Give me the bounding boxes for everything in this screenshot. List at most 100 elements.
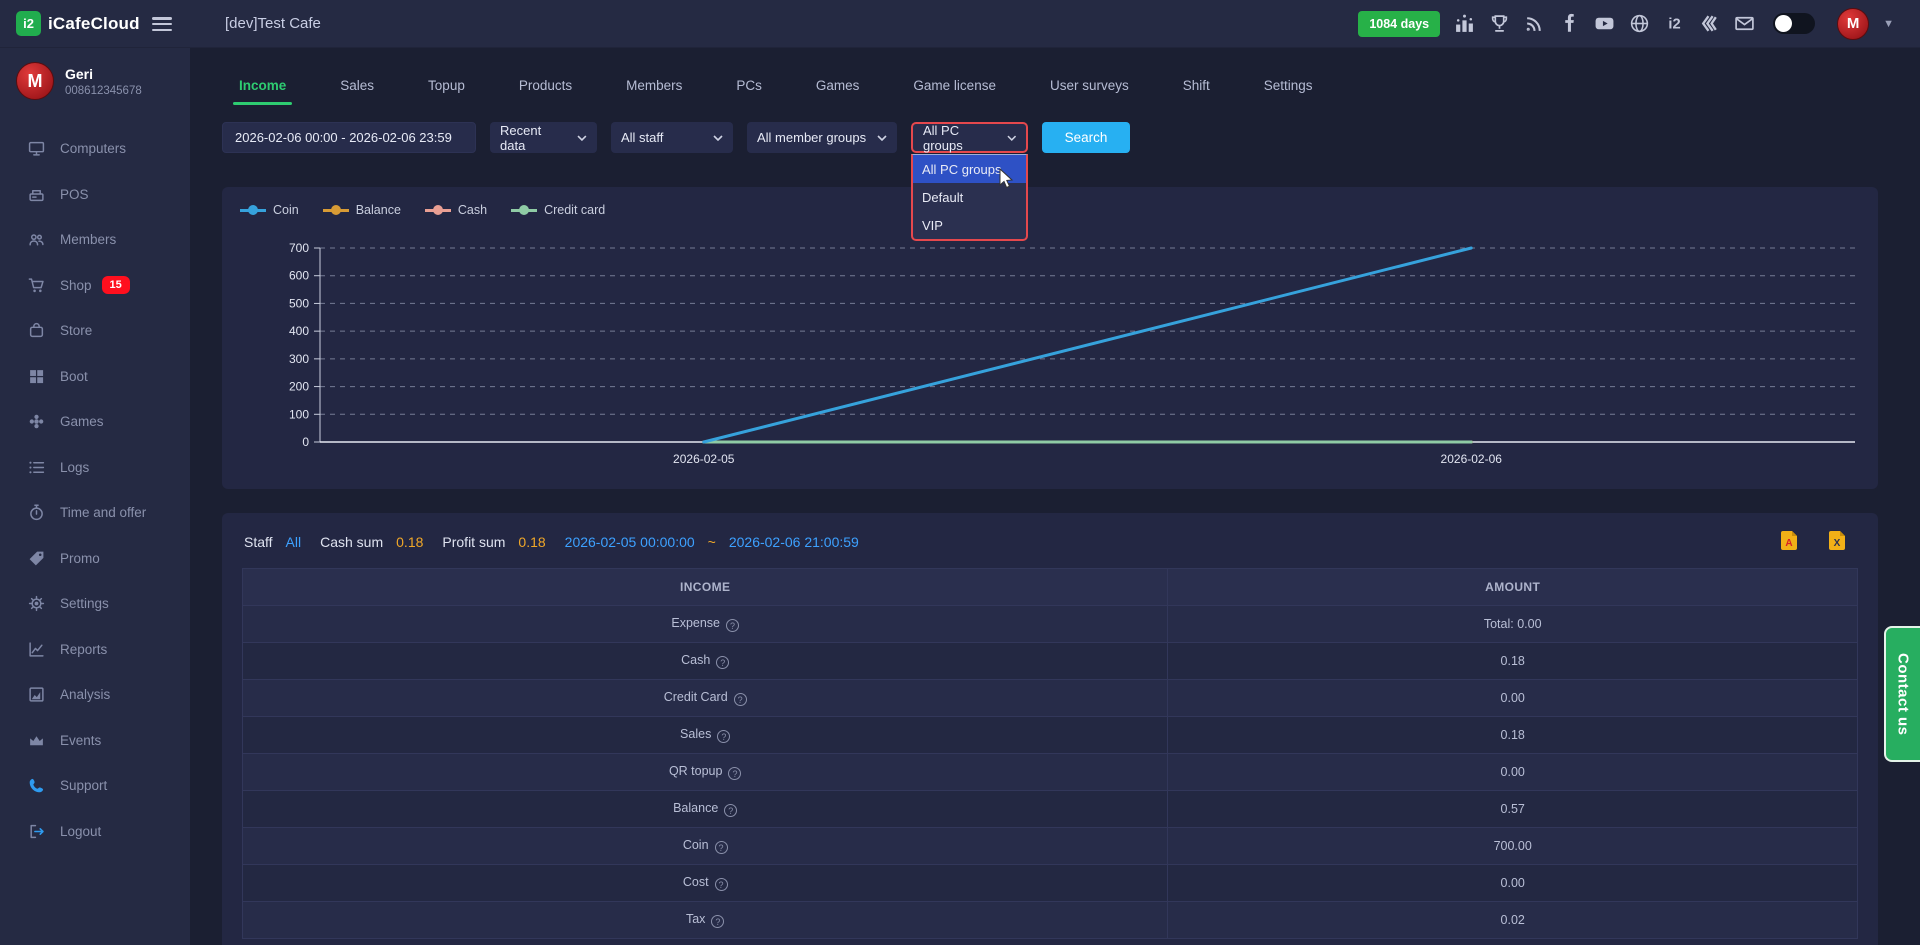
col-header-income: INCOME [243,569,1168,606]
staff-select[interactable]: All staff [611,122,733,153]
income-row-amount: 0.18 [1168,717,1858,754]
svg-text:A: A [1785,538,1792,549]
brand-name: iCafeCloud [48,14,140,34]
dropdown-option-default[interactable]: Default [913,183,1026,211]
profit-sum-label: Profit sum [442,534,505,550]
svg-text:200: 200 [289,380,309,394]
ranking-icon[interactable] [1454,13,1475,34]
help-icon[interactable]: ? [717,730,730,743]
member-group-select[interactable]: All member groups [747,122,897,153]
brand: i2 iCafeCloud [0,0,190,47]
help-icon[interactable]: ? [728,767,741,780]
user-avatar[interactable]: M [1837,8,1869,40]
cash-register-icon [28,186,45,203]
sidebar-item-time-offer[interactable]: Time and offer [0,490,190,536]
pc-group-select[interactable]: All PC groups [911,122,1028,153]
chevron-down-icon [1007,135,1017,141]
staff-value[interactable]: All [286,534,302,550]
table-row: Tax?0.02 [243,902,1858,939]
sidebar-item-settings[interactable]: Settings [0,581,190,627]
tab-shift[interactable]: Shift [1177,78,1216,105]
globe-icon[interactable] [1629,13,1650,34]
help-icon[interactable]: ? [711,915,724,928]
income-table-card: Staff All Cash sum 0.18 Profit sum 0.18 … [222,513,1878,945]
mail-icon[interactable] [1734,13,1755,34]
rss-icon[interactable] [1524,13,1545,34]
dropdown-option-all-pc-groups[interactable]: All PC groups [913,155,1026,183]
sidebar-item-computers[interactable]: Computers [0,126,190,172]
tab-products[interactable]: Products [513,78,578,105]
cash-sum-label: Cash sum [320,534,383,550]
gear-icon [28,595,45,612]
income-row-label: Coin? [243,828,1168,865]
sidebar-item-boot[interactable]: Boot [0,354,190,400]
logout-icon [28,823,45,840]
tab-games[interactable]: Games [810,78,866,105]
sidebar-item-members[interactable]: Members [0,217,190,263]
legend-item[interactable]: Balance [323,203,401,217]
sidebar-item-events[interactable]: Events [0,718,190,764]
line-chart-icon [28,641,45,658]
sidebar-item-store[interactable]: Store [0,308,190,354]
sidebar-item-shop[interactable]: Shop 15 [0,263,190,309]
search-button[interactable]: Search [1042,122,1130,153]
sidebar-item-games[interactable]: Games [0,399,190,445]
help-icon[interactable]: ? [715,878,728,891]
filter-bar: 2026-02-06 00:00 - 2026-02-06 23:59 Rece… [222,122,1888,153]
legend-item[interactable]: Cash [425,203,487,217]
icafe-i2-icon[interactable]: i2 [1664,13,1685,34]
user-phone: 008612345678 [65,85,142,97]
pdf-export-icon[interactable]: A [1780,531,1798,552]
chevron-down-icon [877,135,887,141]
help-icon[interactable]: ? [716,656,729,669]
tab-members[interactable]: Members [620,78,688,105]
help-icon[interactable]: ? [715,841,728,854]
chevron-down-icon [577,135,587,141]
days-remaining-badge[interactable]: 1084 days [1358,11,1440,37]
tab-pcs[interactable]: PCs [730,78,768,105]
dropdown-option-vip[interactable]: VIP [913,211,1026,239]
sidebar-item-reports[interactable]: Reports [0,627,190,673]
col-header-amount: AMOUNT [1168,569,1858,606]
help-icon[interactable]: ? [724,804,737,817]
legend-item[interactable]: Coin [240,203,299,217]
theme-toggle[interactable] [1773,13,1815,34]
svg-text:300: 300 [289,352,309,366]
table-row: Cash?0.18 [243,643,1858,680]
main-content: Income Sales Topup Products Members PCs … [190,48,1920,945]
trophy-icon[interactable] [1489,13,1510,34]
swish-logo-icon[interactable] [1699,13,1720,34]
help-icon[interactable]: ? [734,693,747,706]
sidebar-user: M Geri 008612345678 [0,48,190,100]
sidebar-item-analysis[interactable]: Analysis [0,672,190,718]
date-range-input[interactable]: 2026-02-06 00:00 - 2026-02-06 23:59 [222,122,476,153]
tab-game-license[interactable]: Game license [907,78,1002,105]
chevron-down-icon[interactable]: ▼ [1883,18,1894,30]
table-row: Sales?0.18 [243,717,1858,754]
contact-us-button[interactable]: Contact us [1884,626,1920,762]
legend-item[interactable]: Credit card [511,203,605,217]
svg-text:2026-02-06: 2026-02-06 [1441,452,1503,466]
excel-export-icon[interactable]: X [1828,531,1846,552]
income-row-amount: 0.18 [1168,643,1858,680]
income-table: INCOME AMOUNT Expense?Total: 0.00Cash?0.… [242,568,1858,939]
tab-income[interactable]: Income [233,78,292,105]
sidebar-item-support[interactable]: Support [0,763,190,809]
sidebar-item-pos[interactable]: POS [0,172,190,218]
tab-sales[interactable]: Sales [334,78,380,105]
tab-topup[interactable]: Topup [422,78,471,105]
income-row-label: Credit Card? [243,680,1168,717]
period-tilde: ~ [708,534,716,550]
avatar[interactable]: M [16,62,54,100]
income-row-label: Sales? [243,717,1168,754]
help-icon[interactable]: ? [726,619,739,632]
youtube-icon[interactable] [1594,13,1615,34]
facebook-icon[interactable] [1559,13,1580,34]
sidebar-item-logout[interactable]: Logout [0,809,190,855]
tab-settings[interactable]: Settings [1258,78,1319,105]
sidebar-item-logs[interactable]: Logs [0,445,190,491]
menu-toggle-icon[interactable] [152,17,172,31]
data-mode-select[interactable]: Recent data [490,122,597,153]
tab-user-surveys[interactable]: User surveys [1044,78,1135,105]
sidebar-item-promo[interactable]: Promo [0,536,190,582]
